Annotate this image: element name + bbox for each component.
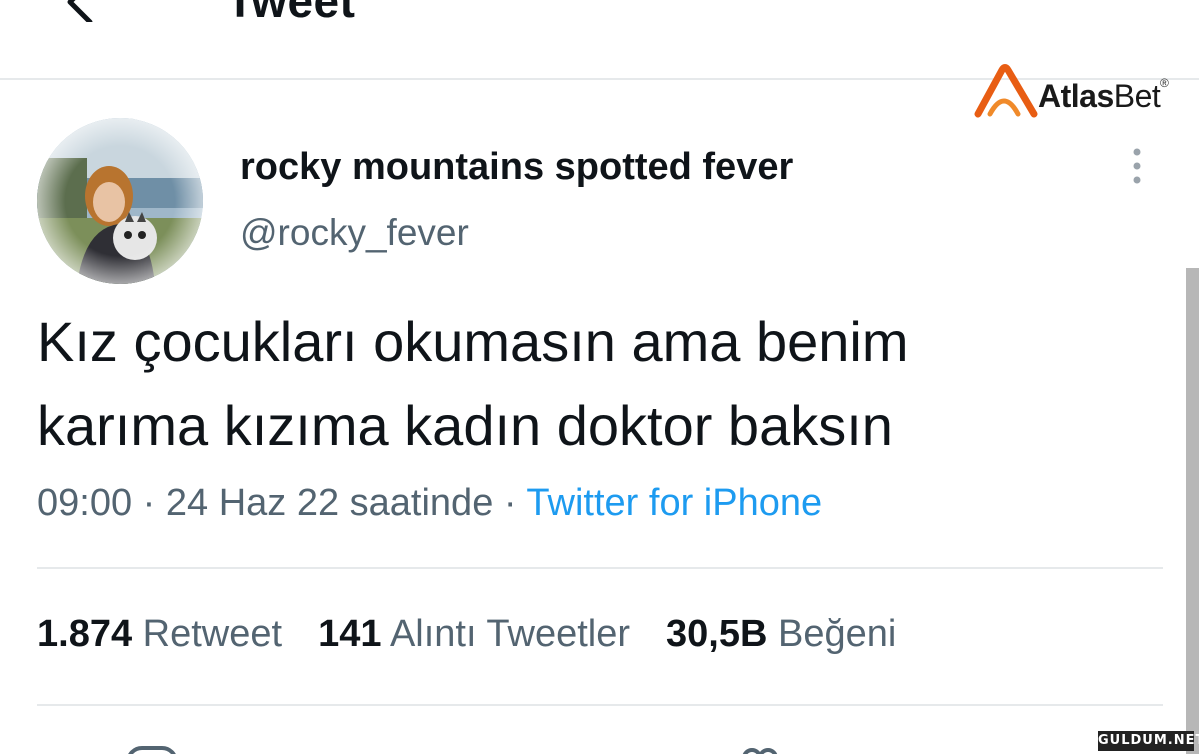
author-display-name[interactable]: rocky mountains spotted fever [240, 146, 793, 189]
quotes-stat[interactable]: 141 Alıntı Tweetler [318, 613, 630, 655]
avatar-photo [37, 118, 203, 284]
tweet-meta: 09:00 · 24 Haz 22 saatinde · Twitter for… [37, 482, 822, 525]
reply-icon[interactable] [124, 746, 184, 754]
scrollbar[interactable] [1186, 268, 1199, 754]
atlasbet-watermark: AtlasBet ® [972, 62, 1182, 122]
meta-separator: · [503, 482, 517, 524]
more-options-button[interactable] [1124, 145, 1150, 189]
registered-mark: ® [1160, 76, 1169, 90]
tweet-text-line: Kız çocukları okumasın ama benim [37, 310, 909, 373]
avatar[interactable] [37, 118, 203, 284]
atlasbet-wordmark: AtlasBet [1038, 78, 1161, 114]
tweet-date[interactable]: 24 Haz 22 saatinde [166, 482, 493, 524]
more-vertical-icon [1133, 148, 1141, 184]
author-handle[interactable]: @rocky_fever [240, 212, 469, 254]
divider [37, 704, 1163, 706]
tweet-stats: 1.874 Retweet 141 Alıntı Tweetler 30,5B Be… [37, 613, 896, 656]
tweet-actions-bar [0, 738, 1199, 754]
divider [37, 567, 1163, 569]
meta-separator: · [142, 482, 156, 524]
site-watermark: GULDUM.NET [1098, 731, 1199, 751]
page-title: Tweet [226, 0, 356, 27]
tweet-time[interactable]: 09:00 [37, 482, 132, 524]
tweet-text-line: karıma kızıma kadın doktor baksın [37, 394, 893, 457]
tweet-text: Kız çocukları okumasın ama benim karıma … [37, 300, 1137, 468]
atlasbet-logo-icon [974, 64, 1038, 118]
back-button[interactable] [50, 0, 110, 25]
like-icon[interactable] [740, 746, 780, 754]
tweet-source-link[interactable]: Twitter for iPhone [526, 482, 822, 524]
arrow-left-icon [67, 0, 93, 25]
likes-stat[interactable]: 30,5B Beğeni [666, 613, 896, 655]
retweets-stat[interactable]: 1.874 Retweet [37, 613, 282, 655]
